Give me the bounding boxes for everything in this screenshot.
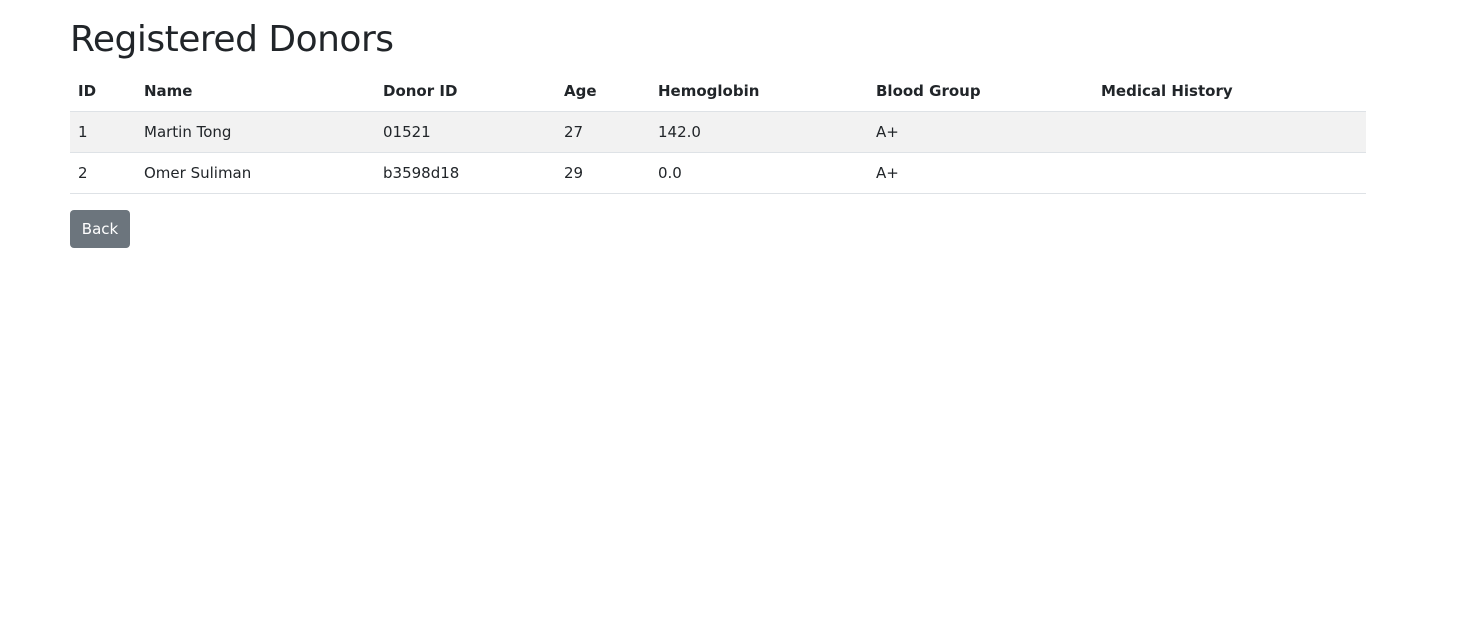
header-name: Name bbox=[136, 70, 375, 112]
cell-donor-id: 01521 bbox=[375, 111, 556, 153]
cell-blood-group: A+ bbox=[868, 111, 1093, 153]
page-title: Registered Donors bbox=[70, 19, 394, 60]
header-medical-history: Medical History bbox=[1093, 70, 1366, 112]
table-row: 1 Martin Tong 01521 27 142.0 A+ bbox=[70, 111, 1366, 153]
cell-hemoglobin: 142.0 bbox=[650, 111, 868, 153]
table-row: 2 Omer Suliman b3598d18 29 0.0 A+ bbox=[70, 152, 1366, 194]
header-blood-group: Blood Group bbox=[868, 70, 1093, 112]
cell-medical-history bbox=[1093, 152, 1366, 194]
header-hemoglobin: Hemoglobin bbox=[650, 70, 868, 112]
back-button[interactable]: Back bbox=[70, 210, 130, 248]
cell-age: 27 bbox=[556, 111, 650, 153]
table-header-row: ID Name Donor ID Age Hemoglobin Blood Gr… bbox=[70, 70, 1366, 112]
header-id: ID bbox=[70, 70, 136, 112]
cell-blood-group: A+ bbox=[868, 152, 1093, 194]
cell-name: Omer Suliman bbox=[136, 152, 375, 194]
cell-age: 29 bbox=[556, 152, 650, 194]
cell-id: 1 bbox=[70, 111, 136, 153]
cell-name: Martin Tong bbox=[136, 111, 375, 153]
header-donor-id: Donor ID bbox=[375, 70, 556, 112]
cell-donor-id: b3598d18 bbox=[375, 152, 556, 194]
cell-hemoglobin: 0.0 bbox=[650, 152, 868, 194]
cell-medical-history bbox=[1093, 111, 1366, 153]
header-age: Age bbox=[556, 70, 650, 112]
donors-table: ID Name Donor ID Age Hemoglobin Blood Gr… bbox=[70, 70, 1366, 194]
cell-id: 2 bbox=[70, 152, 136, 194]
